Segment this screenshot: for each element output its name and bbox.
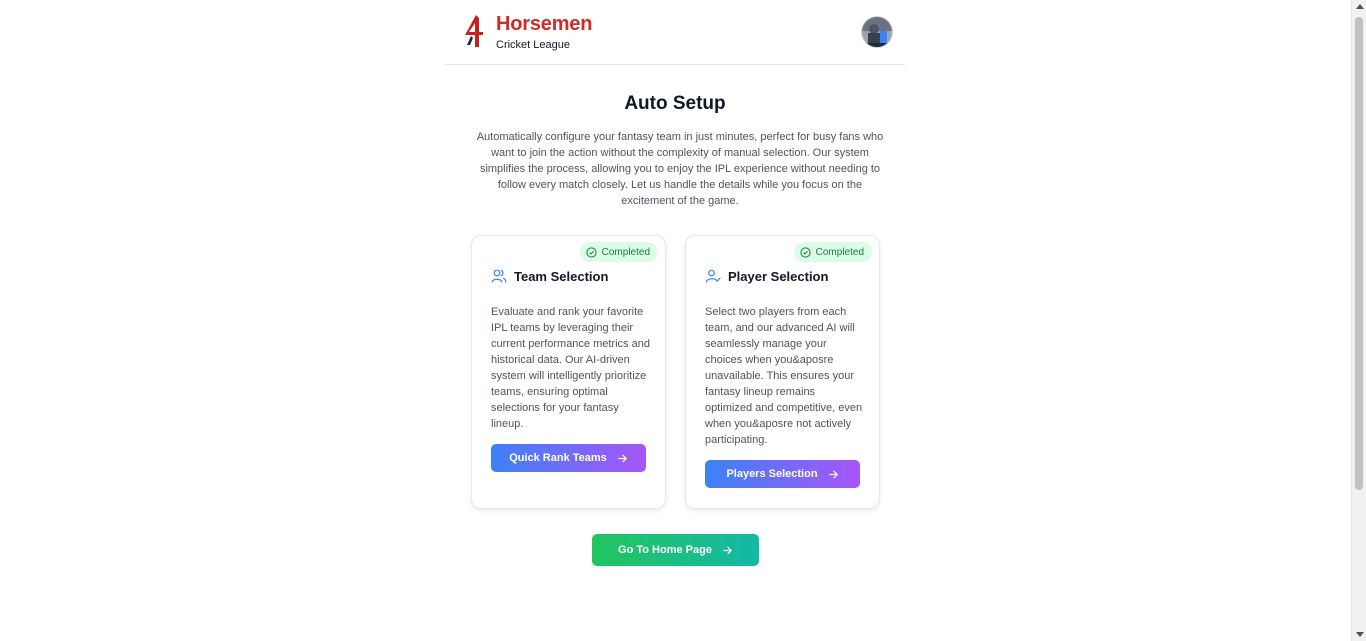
status-badge-label: Completed [601, 246, 650, 258]
arrow-right-icon [828, 470, 838, 478]
card-title: Player Selection [728, 268, 829, 284]
user-avatar[interactable] [861, 16, 893, 48]
check-circle-icon [800, 246, 811, 258]
arrow-right-icon [723, 546, 732, 554]
page-title: Auto Setup [624, 93, 726, 114]
card-header: Player Selection [705, 268, 828, 284]
user-check-icon [705, 269, 721, 283]
card-title: Team Selection [514, 268, 609, 284]
status-badge-label: Completed [815, 246, 864, 258]
scrollbar-thumb[interactable] [1355, 17, 1363, 490]
button-label: Go To Home Page [618, 544, 712, 556]
button-label: Players Selection [726, 468, 818, 480]
page: Horsemen Cricket League Auto Setup Autom… [0, 0, 1351, 641]
check-circle-icon [586, 246, 597, 258]
player-selection-card: Completed Player Selection Select two pl… [685, 235, 880, 509]
go-to-home-page-button[interactable]: Go To Home Page [592, 534, 759, 566]
page-description: Automatically configure your fantasy tea… [476, 131, 884, 207]
team-selection-card: Completed Team Selection Evaluate and ra… [471, 235, 666, 509]
brand-subtitle: Cricket League [496, 39, 570, 51]
arrow-right-icon [618, 454, 627, 462]
card-description: Select two players from each team, and o… [705, 306, 863, 446]
horsemen-logo-icon[interactable] [462, 14, 486, 48]
header: Horsemen Cricket League [445, 0, 905, 65]
brand-title: Horsemen [496, 13, 593, 35]
card-description: Evaluate and rank your favorite IPL team… [491, 306, 650, 430]
avatar-photo-icon [862, 17, 892, 47]
status-badge: Completed [793, 242, 872, 262]
status-badge: Completed [579, 242, 658, 262]
users-icon [491, 269, 507, 283]
quick-rank-teams-button[interactable]: Quick Rank Teams [491, 444, 646, 472]
scroll-up-arrow-icon[interactable] [1356, 4, 1364, 9]
scroll-down-arrow-icon[interactable] [1356, 632, 1364, 637]
button-label: Quick Rank Teams [509, 452, 607, 464]
vertical-scrollbar[interactable] [1351, 0, 1366, 641]
card-header: Team Selection [491, 268, 608, 284]
players-selection-button[interactable]: Players Selection [705, 460, 860, 488]
